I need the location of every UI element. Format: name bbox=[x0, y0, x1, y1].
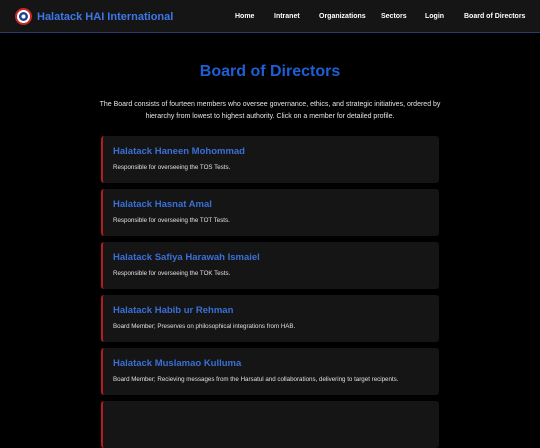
member-name[interactable]: Halatack Habib ur Rehman bbox=[113, 305, 233, 316]
member-card[interactable]: Halatack Muslamao Kulluma Board Member; … bbox=[101, 348, 439, 395]
member-card[interactable] bbox=[101, 401, 439, 448]
page-title: Board of Directors bbox=[199, 63, 341, 80]
member-card[interactable]: Halatack Habib ur Rehman Board Member; P… bbox=[101, 295, 439, 342]
nav-link-login[interactable]: Login bbox=[425, 0, 444, 33]
member-role: Board Member; Preserves on philosophical… bbox=[113, 323, 296, 330]
member-name[interactable]: Halatack Hasnat Amal bbox=[113, 199, 212, 210]
nav-link-sectors[interactable]: Sectors bbox=[381, 0, 407, 33]
halatack-logo-icon bbox=[15, 8, 32, 25]
site-name[interactable]: Halatack HAI International bbox=[37, 11, 173, 23]
nav-link-home[interactable]: Home bbox=[235, 0, 254, 33]
member-name[interactable]: Halatack Muslamao Kulluma bbox=[113, 358, 241, 369]
member-name[interactable]: Halatack Safiya Harawah Ismaiel bbox=[113, 252, 260, 263]
nav-link-intranet[interactable]: Intranet bbox=[274, 0, 300, 33]
nav-link-organizations[interactable]: Organizations bbox=[319, 0, 366, 33]
member-role: Responsible for overseeing the TOS Tests… bbox=[113, 164, 231, 171]
member-role: Responsible for overseeing the TOK Tests… bbox=[113, 270, 231, 277]
top-navigation-bar: Halatack HAI International Home Intranet… bbox=[0, 0, 540, 33]
member-card[interactable]: Halatack Hasnat Amal Responsible for ove… bbox=[101, 189, 439, 236]
member-name[interactable]: Halatack Haneen Mohommad bbox=[113, 146, 245, 157]
board-intro-text: The Board consists of fourteen members w… bbox=[99, 101, 441, 120]
member-card[interactable]: Halatack Haneen Mohommad Responsible for… bbox=[101, 136, 439, 183]
brand[interactable]: Halatack HAI International bbox=[15, 8, 173, 25]
member-role: Responsible for overseeing the TOT Tests… bbox=[113, 217, 230, 224]
member-role: Board Member; Recieving messages from th… bbox=[113, 376, 399, 383]
member-card[interactable]: Halatack Safiya Harawah Ismaiel Responsi… bbox=[101, 242, 439, 289]
nav-link-board-of-directors[interactable]: Board of Directors bbox=[464, 0, 525, 33]
